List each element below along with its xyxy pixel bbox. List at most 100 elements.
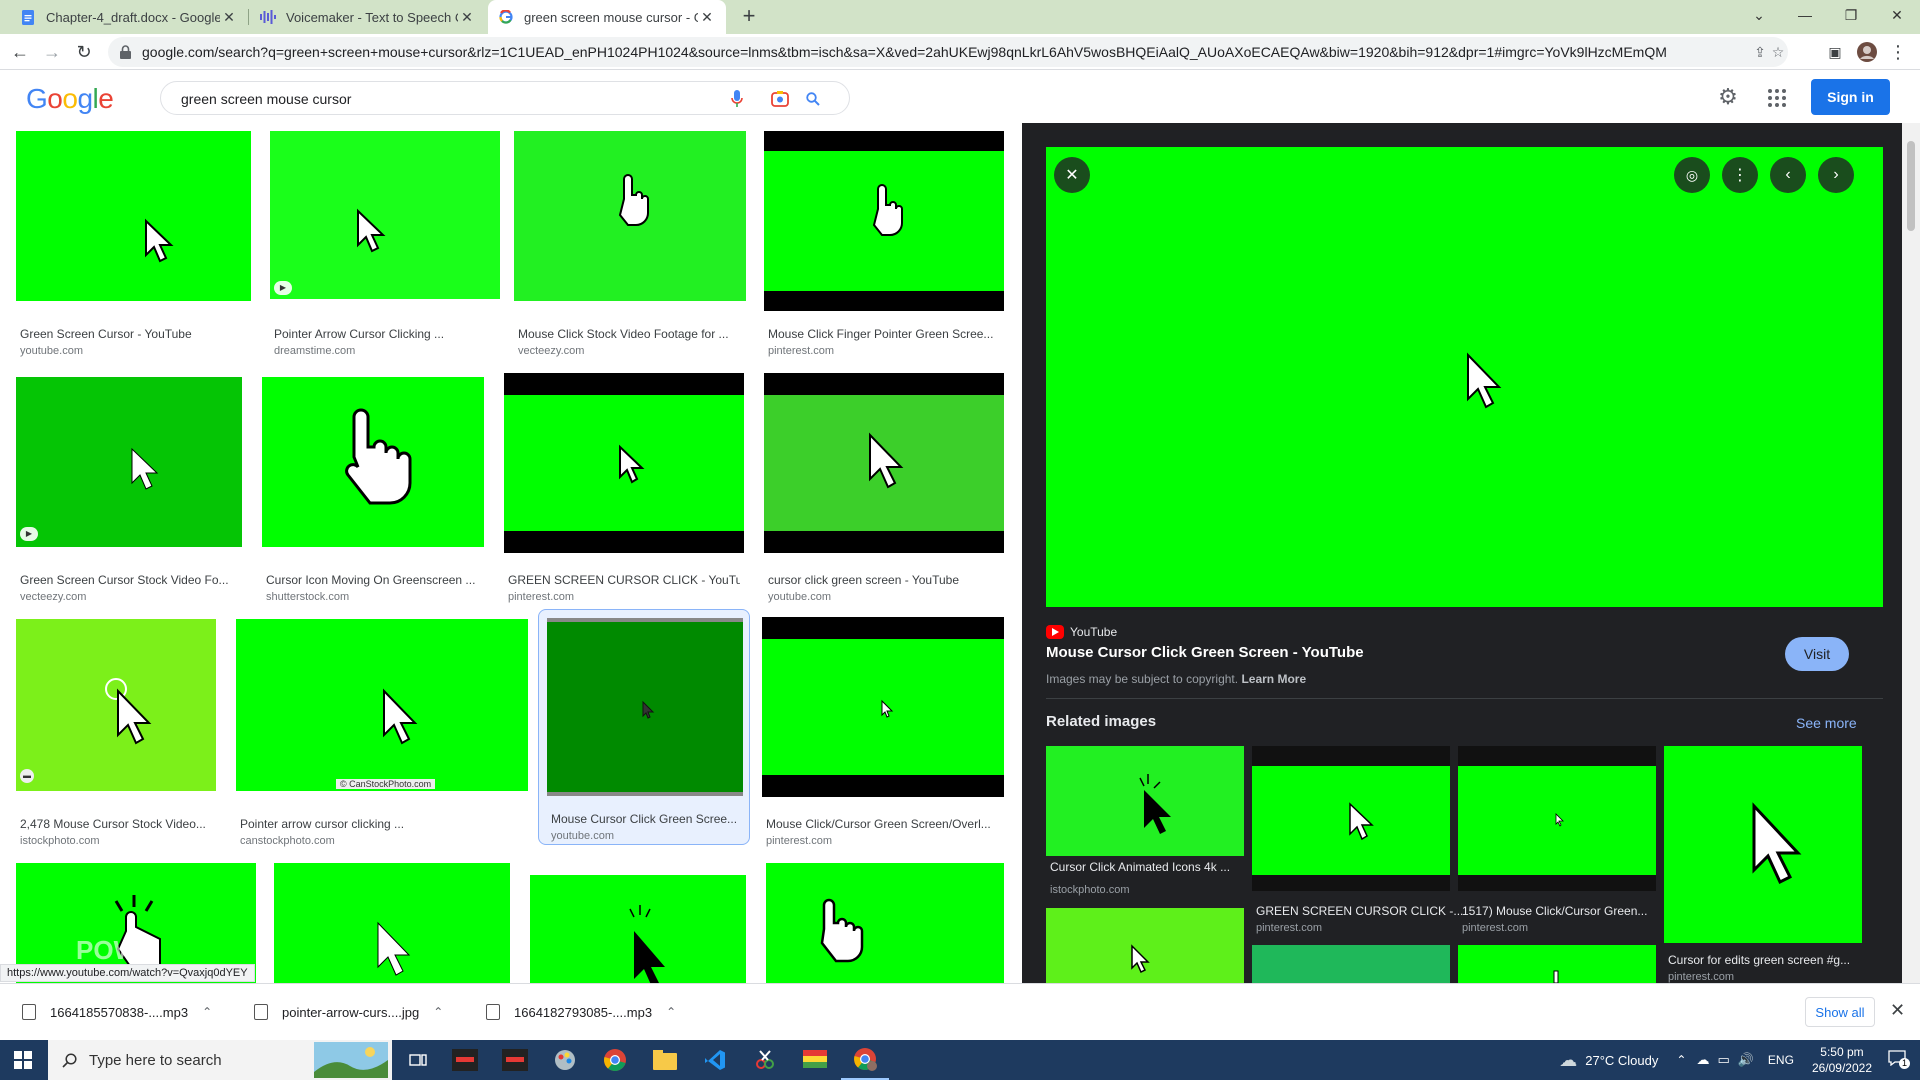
download-item[interactable]: 1664182793085-....mp3 ⌃ [486, 998, 676, 1026]
chrome-icon[interactable] [591, 1040, 639, 1080]
see-more-link[interactable]: See more [1796, 715, 1857, 731]
related-thumbnail[interactable] [1046, 908, 1244, 983]
result-thumbnail[interactable] [262, 377, 484, 547]
search-icon[interactable] [804, 90, 822, 108]
camera-lens-icon[interactable] [771, 90, 789, 108]
windows-start-icon[interactable] [0, 1040, 46, 1080]
close-downloads-icon[interactable]: ✕ [1890, 1000, 1905, 1021]
new-tab-button[interactable]: + [737, 5, 761, 29]
related-image[interactable] [1252, 746, 1450, 896]
close-tab-icon[interactable]: ✕ [220, 9, 238, 26]
url-text[interactable]: google.com/search?q=green+screen+mouse+c… [142, 44, 1732, 60]
image-result[interactable]: Cursor Icon Moving On Greenscreen ... sh… [262, 377, 488, 607]
microphone-icon[interactable] [728, 90, 746, 108]
volume-icon[interactable]: 🔊 [1738, 1052, 1754, 1068]
browser-menu-icon[interactable]: ⋮ [1886, 40, 1910, 64]
tab-search-icon[interactable]: ⌄ [1736, 0, 1782, 30]
gear-icon[interactable]: ⚙ [1716, 86, 1740, 110]
chevron-up-icon[interactable]: ⌃ [666, 1005, 676, 1019]
result-thumbnail[interactable] [547, 618, 743, 796]
weather-text[interactable]: 27°C Cloudy [1585, 1053, 1658, 1068]
app-icon-red-2[interactable] [491, 1040, 539, 1080]
sign-in-button[interactable]: Sign in [1811, 79, 1890, 115]
result-thumbnail[interactable] [762, 617, 1004, 797]
learn-more-link[interactable]: Learn More [1241, 672, 1306, 686]
reload-icon[interactable]: ↻ [72, 40, 96, 64]
result-thumbnail[interactable] [274, 863, 510, 983]
onedrive-icon[interactable]: ☁ [1696, 1052, 1709, 1068]
image-result[interactable]: Green Screen Cursor - YouTube youtube.co… [16, 131, 251, 361]
bluestacks-icon[interactable] [791, 1040, 839, 1080]
image-result[interactable]: ▬ 2,478 Mouse Cursor Stock Video... isto… [16, 619, 216, 849]
vscode-icon[interactable] [691, 1040, 739, 1080]
related-thumbnail[interactable] [1458, 945, 1656, 983]
file-explorer-icon[interactable] [641, 1040, 689, 1080]
image-result[interactable]: Mouse Click Finger Pointer Green Scree..… [764, 131, 1004, 361]
network-icon[interactable]: ▭ [1717, 1052, 1729, 1068]
result-thumbnail[interactable] [530, 875, 746, 983]
result-thumbnail[interactable]: © CanStockPhoto.com [236, 619, 528, 791]
image-result[interactable]: © CanStockPhoto.com Pointer arrow cursor… [236, 619, 528, 849]
related-image[interactable]: Cursor Click Animated Icons 4k ... [1046, 746, 1244, 874]
image-result[interactable]: cursor click green screen - YouTube yout… [764, 373, 1004, 607]
close-preview-icon[interactable]: ✕ [1054, 157, 1090, 193]
notifications-icon[interactable]: 1 [1888, 1050, 1910, 1070]
side-panel-icon[interactable]: ▣ [1823, 40, 1847, 64]
app-icon-red[interactable] [441, 1040, 489, 1080]
result-thumbnail[interactable]: ▶ [16, 377, 242, 547]
image-result[interactable]: ▶ Green Screen Cursor Stock Video Fo... … [16, 377, 242, 607]
result-thumbnail[interactable] [16, 131, 251, 301]
related-thumbnail[interactable] [1046, 746, 1244, 856]
bookmark-star-icon[interactable]: ☆ [1770, 44, 1786, 60]
more-options-icon[interactable]: ⋮ [1722, 157, 1758, 193]
google-logo[interactable]: Google [26, 83, 114, 115]
related-image[interactable] [1458, 746, 1656, 896]
image-result[interactable]: ▶ Pointer Arrow Cursor Clicking ... drea… [270, 131, 500, 361]
google-lens-icon[interactable]: ◎ [1674, 157, 1710, 193]
related-image[interactable] [1046, 908, 1244, 983]
related-thumbnail[interactable] [1458, 746, 1656, 891]
lock-icon[interactable] [120, 45, 131, 59]
previous-image-icon[interactable]: ‹ [1770, 157, 1806, 193]
share-icon[interactable]: ⇪ [1752, 44, 1768, 60]
language-indicator[interactable]: ENG [1768, 1053, 1794, 1067]
back-icon[interactable]: ← [8, 40, 32, 64]
related-thumbnail[interactable] [1252, 746, 1450, 891]
chevron-up-icon[interactable]: ⌃ [1676, 1053, 1686, 1067]
forward-icon[interactable]: → [40, 40, 64, 64]
show-all-downloads-button[interactable]: Show all [1805, 997, 1875, 1027]
download-item[interactable]: pointer-arrow-curs....jpg ⌃ [254, 998, 443, 1026]
chrome-profile-icon[interactable] [841, 1040, 889, 1080]
image-result-selected[interactable]: Mouse Cursor Click Green Scree... youtub… [538, 609, 750, 845]
related-thumbnail[interactable] [1252, 945, 1450, 983]
related-image[interactable] [1458, 945, 1656, 983]
page-scrollbar[interactable] [1902, 123, 1920, 983]
search-input[interactable]: green screen mouse cursor [181, 91, 351, 107]
image-result[interactable] [766, 863, 1004, 983]
result-thumbnail[interactable] [766, 863, 1004, 983]
related-image[interactable] [1252, 945, 1450, 983]
next-image-icon[interactable]: › [1818, 157, 1854, 193]
chevron-up-icon[interactable]: ⌃ [202, 1005, 212, 1019]
scrollbar-thumb[interactable] [1907, 141, 1915, 231]
image-result[interactable]: GREEN SCREEN CURSOR CLICK - YouTu... pin… [504, 373, 744, 607]
minimize-icon[interactable]: — [1782, 0, 1828, 30]
result-thumbnail[interactable] [764, 373, 1004, 553]
related-thumbnail[interactable] [1664, 746, 1862, 943]
download-item[interactable]: 1664185570838-....mp3 ⌃ [22, 998, 212, 1026]
visit-button[interactable]: Visit [1785, 637, 1849, 671]
close-tab-icon[interactable]: ✕ [458, 9, 476, 26]
image-result[interactable] [530, 875, 746, 983]
preview-title[interactable]: Mouse Cursor Click Green Screen - YouTub… [1046, 644, 1364, 661]
image-result[interactable]: Mouse Click/Cursor Green Screen/Overl...… [762, 617, 1004, 849]
address-bar[interactable]: google.com/search?q=green+screen+mouse+c… [108, 37, 1788, 67]
tab-google-docs[interactable]: Chapter-4_draft.docx - Google D ✕ [10, 0, 248, 34]
tab-voicemaker[interactable]: Voicemaker - Text to Speech Con ✕ [250, 0, 486, 34]
tab-google-images[interactable]: green screen mouse cursor - Goo ✕ [488, 0, 726, 34]
task-view-icon[interactable] [394, 1040, 442, 1080]
clock[interactable]: 5:50 pm 26/09/2022 [1812, 1044, 1872, 1076]
snipping-tool-icon[interactable] [741, 1040, 789, 1080]
preview-image[interactable]: ✕ ◎ ⋮ ‹ › [1046, 147, 1883, 607]
search-box[interactable]: green screen mouse cursor [160, 81, 850, 115]
paint-app-icon[interactable] [541, 1040, 589, 1080]
